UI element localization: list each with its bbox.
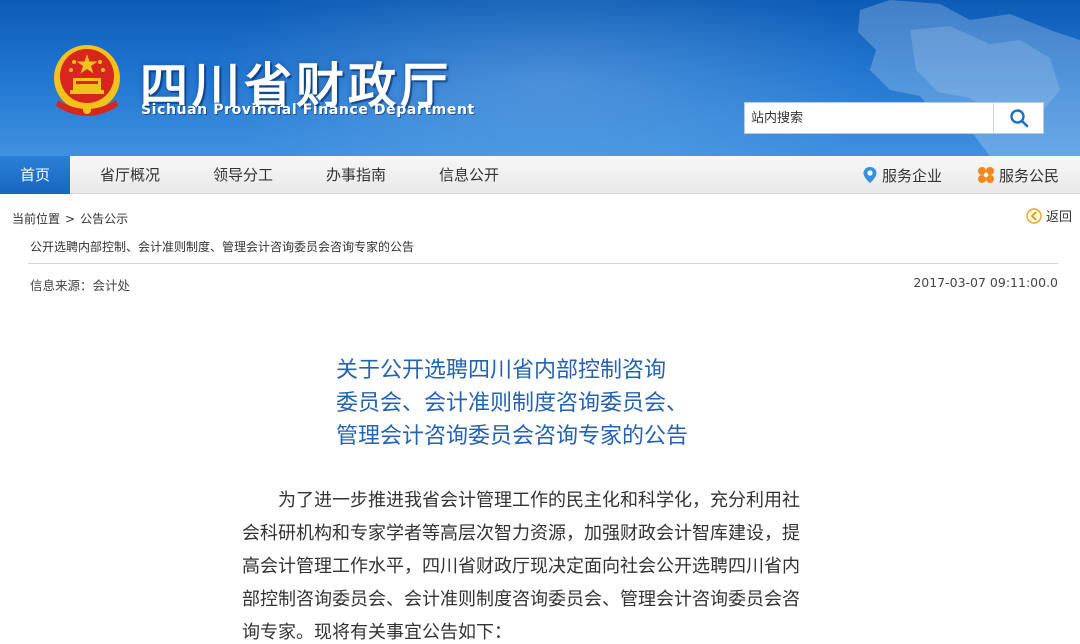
article-title-line: 委员会、会计准则制度咨询委员会、 [336,391,689,416]
search-button[interactable] [993,103,1043,133]
nav-item-disclosure[interactable]: 信息公开 [439,156,499,194]
nav-serve-citizen-label: 服务公民 [999,166,1060,185]
article-body: 为了进一步推进我省会计管理工作的民主化和科学化，充分利用社 会科研机构和专家学者… [242,484,802,644]
breadcrumb-current[interactable]: 公告公示 [80,212,128,226]
back-label: 返回 [1046,210,1073,225]
article-body-line: 为了进一步推进我省会计管理工作的民主化和科学化，充分利用社 [242,490,800,511]
location-pin-icon [863,167,877,183]
article-title-line: 管理会计咨询委员会咨询专家的公告 [336,424,689,449]
nav-serve-enterprise-label: 服务企业 [882,166,943,185]
info-source: 信息来源：会计处 [30,278,131,293]
nav-item-overview[interactable]: 省厅概况 [100,156,160,194]
divider [28,263,1058,264]
breadcrumb: 当前位置 > 公告公示 [12,210,128,227]
header-banner: 四川省财政厅 Sichuan Provincial Finance Depart… [0,0,1080,156]
site-subtitle: Sichuan Provincial Finance Department [141,102,475,118]
article-body-line: 询专家。现将有关事宜公告如下： [242,622,512,643]
search-input[interactable] [745,103,993,133]
search-box [744,102,1044,134]
nav-serve-enterprise[interactable]: 服务企业 [862,156,942,194]
breadcrumb-prefix: 当前位置 [12,212,61,226]
nav-item-home[interactable]: 首页 [0,156,70,194]
back-arrow-icon [1026,207,1042,224]
nav-serve-citizen[interactable]: 服务公民 [977,156,1059,194]
breadcrumb-separator: > [65,212,76,226]
nav-item-leadership[interactable]: 领导分工 [213,156,273,194]
publish-date: 2017-03-07 09:11:00.0 [913,275,1058,290]
page-heading: 公开选聘内部控制、会计准则制度、管理会计咨询委员会咨询专家的公告 [30,240,415,254]
flower-icon [978,167,994,183]
nav-item-guide[interactable]: 办事指南 [326,156,386,194]
search-icon [1009,109,1028,128]
article-body-line: 高会计管理工作水平，四川省财政厅现决定面向社会公开选聘四川省内 [242,556,800,577]
article-body-line: 部控制咨询委员会、会计准则制度咨询委员会、管理会计咨询委员会咨 [242,589,800,610]
article-title-line: 关于公开选聘四川省内部控制咨询 [336,358,667,383]
back-button[interactable]: 返回 [1026,206,1072,225]
article-title: 关于公开选聘四川省内部控制咨询 委员会、会计准则制度咨询委员会、 管理会计咨询委… [336,354,756,453]
national-emblem-icon [54,45,120,116]
main-nav: 首页 省厅概况 领导分工 办事指南 信息公开 服务企业 服务公民 [0,156,1080,194]
article-body-line: 会科研机构和专家学者等高层次智力资源，加强财政会计智库建设，提 [242,523,800,544]
